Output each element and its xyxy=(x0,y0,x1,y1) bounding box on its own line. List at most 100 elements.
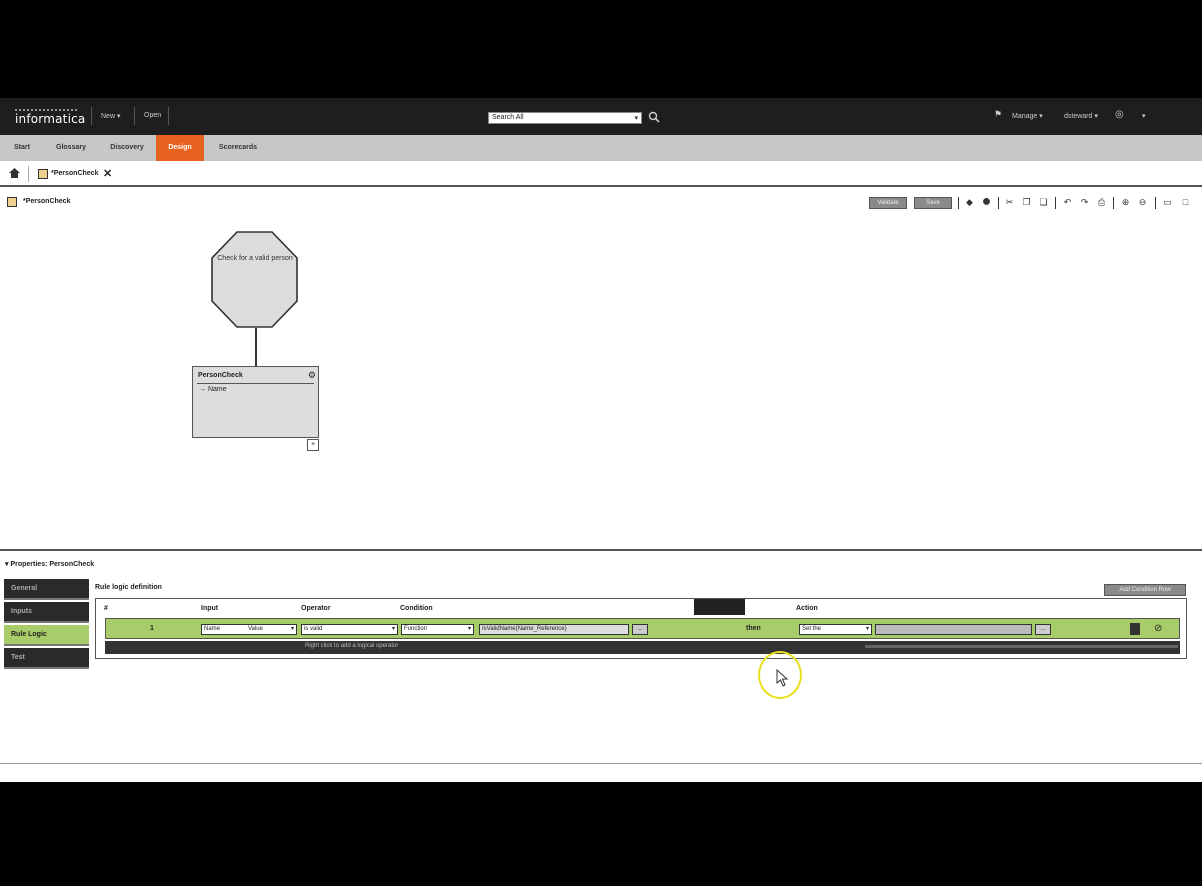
tab-start[interactable]: Start xyxy=(0,135,44,161)
open-link[interactable]: Open xyxy=(144,112,161,119)
chevron-down-icon: ▾ xyxy=(1039,113,1043,120)
manage-label: Manage xyxy=(1012,113,1038,120)
column-header-operator: Operator xyxy=(301,605,331,612)
copy-icon[interactable]: ❐ xyxy=(1021,197,1032,208)
table-row[interactable]: 1 Name Value ▾ is valid ▾ Function ▾ IsV… xyxy=(105,618,1180,639)
action-select[interactable]: Set the ▾ xyxy=(799,624,872,635)
action-ellipsis-button[interactable]: … xyxy=(1035,624,1051,635)
search-icon[interactable] xyxy=(648,111,660,123)
chevron-down-icon: ▾ xyxy=(467,626,471,632)
table-row[interactable]: Right click to add a logical operator xyxy=(105,641,1180,654)
mouse-pointer-icon xyxy=(776,669,788,687)
node-title: PersonCheck xyxy=(198,372,243,379)
action-select-value: Set the xyxy=(802,626,822,632)
tab-design[interactable]: Design xyxy=(156,135,204,161)
zoom-out-icon[interactable]: ⊖ xyxy=(1137,197,1148,208)
rule-logic-title: Rule logic definition xyxy=(95,584,162,591)
input-select-value-secondary: Value xyxy=(248,626,263,632)
properties-title[interactable]: ▾ Properties: PersonCheck xyxy=(5,560,94,568)
operator-select-value: is valid xyxy=(304,626,323,632)
decision-octagon[interactable] xyxy=(211,231,298,328)
properties-tab-inputs[interactable]: Inputs xyxy=(4,602,89,623)
triangle-down-icon: ▾ xyxy=(5,561,9,568)
top-header: informatica New ▾ Open Search All ▾ ⚑ Ma… xyxy=(0,98,1202,135)
action-value-field[interactable] xyxy=(875,624,1032,635)
flag-icon: ⚑ xyxy=(994,109,1003,119)
octagon-icon[interactable]: ⯃ xyxy=(981,197,992,208)
new-label: New xyxy=(101,113,116,120)
node-divider xyxy=(197,383,314,384)
add-condition-row-button[interactable]: Add Condition Row xyxy=(1104,584,1186,596)
tab-discovery[interactable]: Discovery xyxy=(98,135,156,161)
cut-icon[interactable]: ✂ xyxy=(1004,197,1015,208)
then-label: then xyxy=(746,625,761,632)
chevron-down-icon[interactable]: ▾ xyxy=(1142,112,1146,120)
save-button[interactable]: Save xyxy=(914,197,952,209)
new-menu[interactable]: New ▾ xyxy=(101,112,120,120)
expression-ellipsis-button[interactable]: … xyxy=(632,624,648,635)
export-icon[interactable]: ⎙ xyxy=(1096,197,1107,208)
paste-icon[interactable]: ❏ xyxy=(1038,197,1049,208)
chevron-down-icon: ▾ xyxy=(290,626,294,632)
decision-label: Check for a valid person xyxy=(217,255,293,262)
properties-tab-general[interactable]: General xyxy=(4,579,89,600)
condition-select-value: Function xyxy=(404,626,428,632)
chevron-down-icon: ▾ xyxy=(1094,113,1098,120)
column-header-action: Action xyxy=(796,605,818,612)
chevron-down-icon[interactable]: ▾ xyxy=(634,114,638,122)
search-value: Search All xyxy=(492,114,524,121)
rule-document-icon xyxy=(7,197,17,207)
footer-divider xyxy=(0,763,1202,764)
column-header-block xyxy=(694,599,745,615)
tab-divider xyxy=(28,166,29,182)
rule-logic-grid: # Input Operator Condition Action 1 Name… xyxy=(95,598,1187,659)
input-select[interactable]: Name Value ▾ xyxy=(201,624,297,635)
header-divider xyxy=(134,107,135,125)
properties-tab-rule-logic[interactable]: Rule Logic xyxy=(4,625,89,646)
header-divider xyxy=(168,107,169,125)
rule-node[interactable]: PersonCheck ⚙ → Name xyxy=(192,366,319,438)
close-icon[interactable]: ✕ xyxy=(103,167,112,180)
header-divider xyxy=(91,107,92,125)
column-header-number: # xyxy=(104,605,108,612)
validate-button[interactable]: Validate xyxy=(869,197,907,209)
expand-icon[interactable]: + xyxy=(307,439,319,451)
minimize-icon[interactable]: ▭ xyxy=(1162,197,1173,208)
informatica-logo[interactable]: informatica xyxy=(15,109,85,126)
home-icon[interactable] xyxy=(9,168,20,178)
maximize-icon[interactable]: □ xyxy=(1180,197,1191,208)
node-input-port[interactable]: → Name xyxy=(199,386,227,393)
properties-tab-test[interactable]: Test xyxy=(4,648,89,669)
toolbar-divider xyxy=(998,197,999,209)
zoom-in-icon[interactable]: ⊕ xyxy=(1120,197,1131,208)
diamond-icon[interactable]: ◆ xyxy=(964,197,975,208)
operator-select[interactable]: is valid ▾ xyxy=(301,624,398,635)
document-tab-title[interactable]: *PersonCheck xyxy=(51,170,98,177)
chevron-down-icon: ▾ xyxy=(391,626,395,632)
user-menu[interactable]: dsteward ▾ xyxy=(1064,112,1098,120)
app-window: informatica New ▾ Open Search All ▾ ⚑ Ma… xyxy=(0,98,1202,782)
delete-row-icon[interactable] xyxy=(1130,623,1140,635)
row-number: 1 xyxy=(150,625,154,632)
condition-select[interactable]: Function ▾ xyxy=(401,624,474,635)
properties-divider xyxy=(0,549,1202,551)
toolbar-divider xyxy=(958,197,959,209)
tab-glossary[interactable]: Glossary xyxy=(44,135,98,161)
expression-field[interactable]: IsValidName(Name_Reference) xyxy=(479,624,629,635)
input-select-value: Name xyxy=(204,626,221,632)
canvas-toolbar: *PersonCheck Validate Save ◆ ⯃ ✂ ❐ ❏ ↶ ↷… xyxy=(0,189,1202,213)
help-icon[interactable]: ◎ xyxy=(1115,109,1124,120)
gear-icon[interactable]: ⚙ xyxy=(308,370,316,381)
remove-icon[interactable]: ⊘ xyxy=(1154,623,1162,635)
module-tab-bar: Start Glossary Discovery Design Scorecar… xyxy=(0,135,1202,161)
search-input[interactable]: Search All ▾ xyxy=(488,112,642,124)
user-label: dsteward xyxy=(1064,113,1093,120)
tab-scorecards[interactable]: Scorecards xyxy=(208,135,268,161)
redo-icon[interactable]: ↷ xyxy=(1079,197,1090,208)
undo-icon[interactable]: ↶ xyxy=(1062,197,1073,208)
connector-line xyxy=(255,328,257,366)
row-scrollbar[interactable] xyxy=(865,645,1178,648)
toolbar-divider xyxy=(1155,197,1156,209)
manage-menu[interactable]: Manage ▾ xyxy=(1012,112,1043,120)
column-header-input: Input xyxy=(201,605,219,612)
